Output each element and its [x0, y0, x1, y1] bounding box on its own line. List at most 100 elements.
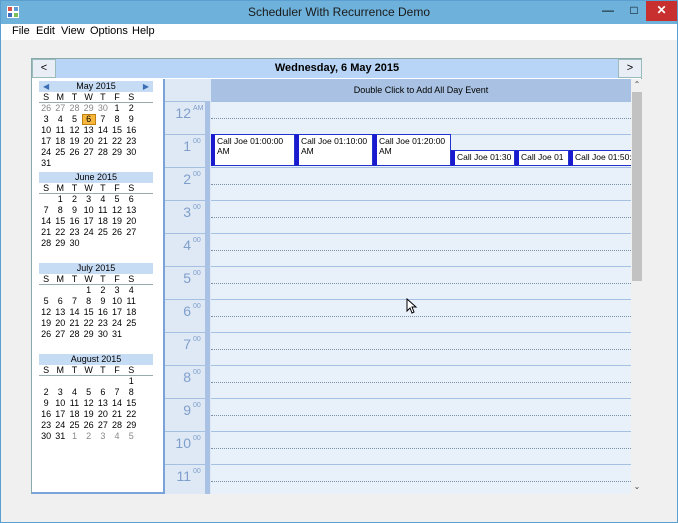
prev-month-icon[interactable]: ◀ [43, 81, 49, 92]
calendar-day[interactable]: 25 [67, 420, 81, 431]
calendar-day[interactable]: 22 [124, 409, 138, 420]
appointment[interactable]: Call Joe 01 [515, 150, 569, 166]
appointment[interactable]: Call Joe 01:50: [569, 150, 631, 166]
calendar-day[interactable]: 21 [110, 409, 124, 420]
calendar-day[interactable]: 22 [110, 136, 124, 147]
calendar-day[interactable]: 5 [124, 431, 138, 442]
calendar-day[interactable]: 7 [110, 387, 124, 398]
calendar-day[interactable]: 29 [82, 329, 96, 340]
calendar-day[interactable]: 29 [53, 238, 67, 249]
calendar-day[interactable]: 19 [67, 136, 81, 147]
calendar-day[interactable]: 23 [39, 420, 53, 431]
maximize-button[interactable]: □ [621, 1, 647, 21]
calendar-day[interactable]: 17 [110, 307, 124, 318]
calendar-day[interactable]: 30 [96, 103, 110, 114]
next-day-button[interactable]: > [618, 59, 642, 78]
chevron-up-icon[interactable]: ⌃ [631, 79, 643, 91]
calendar-day[interactable]: 26 [82, 420, 96, 431]
calendar-day[interactable]: 28 [67, 329, 81, 340]
calendar-day[interactable]: 7 [39, 205, 53, 216]
calendar-day[interactable]: 1 [110, 103, 124, 114]
calendar-day[interactable]: 30 [39, 431, 53, 442]
calendar-day[interactable]: 4 [67, 387, 81, 398]
calendar-day[interactable]: 2 [39, 387, 53, 398]
calendar-day[interactable]: 7 [96, 114, 110, 125]
calendar-day[interactable]: 29 [110, 147, 124, 158]
calendar-day[interactable]: 6 [124, 194, 138, 205]
calendar-day[interactable]: 2 [96, 285, 110, 296]
calendar-day[interactable]: 31 [39, 158, 53, 169]
prev-day-button[interactable]: < [32, 59, 56, 78]
calendar-day[interactable]: 4 [53, 114, 67, 125]
minimize-button[interactable]: — [595, 1, 621, 21]
calendar-day[interactable]: 8 [82, 296, 96, 307]
calendar-day[interactable]: 10 [110, 296, 124, 307]
calendar-day[interactable]: 24 [53, 420, 67, 431]
calendar-day[interactable]: 15 [53, 216, 67, 227]
calendar-day[interactable]: 20 [53, 318, 67, 329]
calendar-day[interactable]: 19 [39, 318, 53, 329]
calendar-day[interactable]: 28 [110, 420, 124, 431]
calendar-day[interactable]: 9 [39, 398, 53, 409]
calendar-day[interactable]: 16 [124, 125, 138, 136]
title-bar[interactable]: Scheduler With Recurrence Demo — □ ✕ [1, 1, 677, 24]
calendar-day[interactable]: 4 [96, 194, 110, 205]
calendar-day[interactable]: 24 [110, 318, 124, 329]
calendar-day[interactable]: 22 [53, 227, 67, 238]
calendar-day[interactable]: 16 [39, 409, 53, 420]
calendar-day[interactable]: 3 [82, 194, 96, 205]
calendar-day[interactable]: 10 [82, 205, 96, 216]
calendar-day[interactable]: 30 [124, 147, 138, 158]
calendar-day[interactable]: 20 [82, 136, 96, 147]
calendar-day[interactable]: 14 [96, 125, 110, 136]
calendar-day[interactable]: 3 [110, 285, 124, 296]
calendar-day[interactable]: 25 [53, 147, 67, 158]
calendar-day[interactable]: 24 [82, 227, 96, 238]
allday-event-area[interactable]: Double Click to Add All Day Event [211, 79, 631, 101]
menu-options[interactable]: Options [90, 25, 128, 37]
calendar-day[interactable]: 16 [67, 216, 81, 227]
calendar-day[interactable]: 30 [96, 329, 110, 340]
calendar-day[interactable]: 14 [39, 216, 53, 227]
calendar-day[interactable]: 11 [124, 296, 138, 307]
calendar-day[interactable]: 18 [67, 409, 81, 420]
calendar-day[interactable]: 19 [110, 216, 124, 227]
calendar-day[interactable]: 15 [124, 398, 138, 409]
calendar-day[interactable]: 29 [82, 103, 96, 114]
calendar-day[interactable]: 9 [96, 296, 110, 307]
menu-edit[interactable]: Edit [36, 25, 55, 37]
calendar-day[interactable]: 28 [39, 238, 53, 249]
appointment[interactable]: Call Joe 01:00:00 AM [211, 134, 295, 166]
calendar-day[interactable]: 1 [124, 376, 138, 387]
menu-file[interactable]: File [12, 25, 30, 37]
calendar-day[interactable]: 26 [39, 103, 53, 114]
calendar-day[interactable]: 26 [110, 227, 124, 238]
calendar-day[interactable]: 20 [96, 409, 110, 420]
calendar-day[interactable]: 14 [110, 398, 124, 409]
calendar-day[interactable]: 4 [124, 285, 138, 296]
calendar-day[interactable]: 2 [124, 103, 138, 114]
appointment[interactable]: Call Joe 01:30 [451, 150, 515, 166]
calendar-day[interactable]: 23 [124, 136, 138, 147]
calendar-day[interactable]: 5 [82, 387, 96, 398]
calendar-day[interactable]: 22 [82, 318, 96, 329]
calendar-day[interactable]: 21 [96, 136, 110, 147]
calendar-day[interactable]: 2 [67, 194, 81, 205]
calendar-day[interactable]: 17 [82, 216, 96, 227]
calendar-day[interactable]: 17 [39, 136, 53, 147]
close-button[interactable]: ✕ [646, 1, 677, 21]
calendar-day[interactable]: 20 [124, 216, 138, 227]
calendar-day[interactable]: 27 [53, 329, 67, 340]
calendar-day[interactable]: 9 [124, 114, 138, 125]
calendar-day[interactable]: 31 [53, 431, 67, 442]
calendar-day[interactable]: 12 [110, 205, 124, 216]
calendar-day[interactable]: 3 [53, 387, 67, 398]
calendar-day[interactable]: 3 [96, 431, 110, 442]
calendar-day[interactable]: 12 [39, 307, 53, 318]
calendar-day[interactable]: 17 [53, 409, 67, 420]
calendar-day[interactable]: 12 [67, 125, 81, 136]
calendar-day[interactable]: 21 [67, 318, 81, 329]
calendar-day[interactable]: 25 [96, 227, 110, 238]
chevron-down-icon[interactable]: ⌄ [631, 481, 643, 493]
calendar-day[interactable]: 25 [124, 318, 138, 329]
